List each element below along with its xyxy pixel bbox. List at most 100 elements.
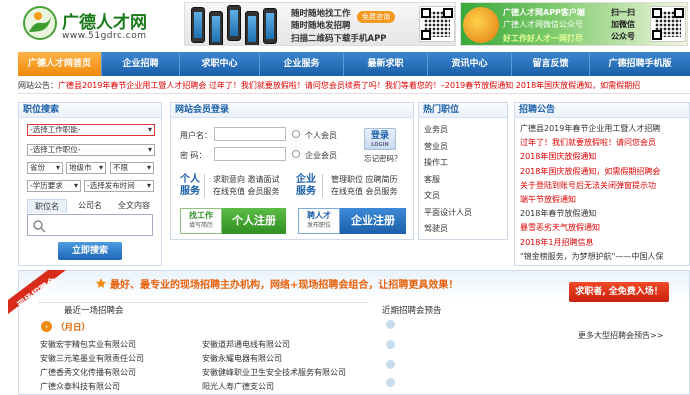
find-job-tag-label: 找工作 <box>189 211 213 220</box>
recruit-notice-item[interactable]: 2018年国庆放假通知 <box>520 150 688 164</box>
hot-job-item[interactable]: 平面设计人员 <box>424 205 504 222</box>
personal-register-button[interactable]: 个人注册 <box>222 208 286 234</box>
recruit-notice-item[interactable]: 过年了！我们就要放假啦！请问您会员 <box>520 136 688 150</box>
company-service-title: 企业服务 <box>296 174 316 197</box>
app-banner-line3: 扫描二维码下载手机APP <box>291 34 387 44</box>
radio-company[interactable] <box>292 150 300 158</box>
hot-job-item[interactable]: 驾驶员 <box>424 221 504 238</box>
recruit-notice-item[interactable]: 2018年1月招聘信息 <box>520 236 688 250</box>
password-input[interactable] <box>214 147 286 161</box>
site-url: www.51gdrc.com <box>62 31 147 41</box>
company-service-desc[interactable]: 管理职位 应聘简历 在线充值 会员服务 <box>322 174 404 198</box>
recruit-notice-item[interactable]: 暴雪恶劣天气放假通知 <box>520 221 688 235</box>
tab-full-text[interactable]: 全文内容 <box>112 199 156 213</box>
wechat-logo-icon <box>463 7 499 43</box>
fair-company-item[interactable]: 阳光人寿广德支公司 <box>202 380 372 394</box>
bullet-icon <box>386 378 395 387</box>
hire-tag-sub: 发布职位 <box>306 222 331 229</box>
personal-service-title: 个人服务 <box>180 174 200 197</box>
nav-home[interactable]: 广德人才网首页 <box>18 52 102 76</box>
job-fair-ribbon: 现场招聘会 <box>8 270 66 314</box>
hot-job-item[interactable]: 营业员 <box>424 139 504 156</box>
fair-company-item[interactable]: 广德香秀文化传播有限公司 <box>40 366 200 380</box>
hot-job-item[interactable]: 文员 <box>424 188 504 205</box>
recruit-notice-item[interactable]: 2018年春节放假通知 <box>520 207 688 221</box>
job-fair-slogan: 最好、最专业的现场招聘主办机构，网络+现场招聘会组合，让招聘更具效果！ <box>110 280 459 291</box>
date-select[interactable]: -选择发布时间 <box>84 180 154 192</box>
radio-company-label: 企业会员 <box>305 151 337 160</box>
hot-job-item[interactable]: 业务员 <box>424 122 504 139</box>
site-logo-icon[interactable] <box>22 5 58 41</box>
recruit-notice-item[interactable]: 端午节放假通知 <box>520 193 688 207</box>
city-select[interactable]: 地级市 <box>66 162 106 174</box>
main-nav: 广德人才网首页 企业招聘 求职中心 企业服务 最新求职 资讯中心 留言反馈 广德… <box>18 52 690 76</box>
phone-icon <box>191 7 205 43</box>
limit-select[interactable]: 不限 <box>110 162 154 174</box>
recruit-notice-item[interactable]: 广德县2019年春节企业用工暨人才招聘 <box>520 122 688 136</box>
fair-company-item[interactable]: 安徽健峰职业卫生安全技术服务有限公司 <box>202 366 372 380</box>
position-select[interactable]: -选择工作职位- <box>27 144 155 156</box>
nav-company-service[interactable]: 企业服务 <box>260 52 344 76</box>
nav-company-recruit[interactable]: 企业招聘 <box>102 52 180 76</box>
radio-personal[interactable] <box>292 130 300 138</box>
hot-jobs-list: 业务员 营业员 操作工 客服 文员 平面设计人员 驾驶员 <box>424 122 504 238</box>
hire-tag[interactable]: 聘人才 发布职位 <box>298 208 340 234</box>
wechat-banner[interactable]: 广德人才网APP客户端 广德人才网微信公众号 好工作好人才一网打尽 扫一扫 加微… <box>460 2 688 46</box>
site-logo-text[interactable]: 广德人才网 <box>62 8 147 33</box>
company-register-button[interactable]: 企业注册 <box>340 208 406 234</box>
fair-company-item[interactable]: 安徽三元笔墨业有限责任公司 <box>40 352 200 366</box>
arrow-right-icon: › <box>41 321 52 332</box>
qr-code-icon <box>650 6 686 42</box>
free-entry-tag[interactable]: 求职者, 全免费入场！ <box>569 282 669 302</box>
notice-text[interactable]: 广德县2019年春节企业用工暨人才招聘会 过年了！我们就要放假啦！请问您会员续费… <box>58 81 640 90</box>
search-input[interactable] <box>27 214 153 236</box>
tab-company-name[interactable]: 公司名 <box>70 199 110 213</box>
recent-fair-title[interactable]: 最近一场招聘会 <box>64 304 124 316</box>
find-job-tag-sub: 填写简历 <box>188 222 213 229</box>
fair-company-item[interactable]: 广德众泰科技有限公司 <box>40 380 200 394</box>
recruit-notice-item[interactable]: "锦金榜服务，为梦想护航"——中国人保 <box>520 250 688 264</box>
personal-service-desc[interactable]: 求职意向 邀请面试 在线充值 会员服务 <box>204 174 286 198</box>
bullet-icon <box>386 360 395 369</box>
nav-latest-resumes[interactable]: 最新求职 <box>344 52 428 76</box>
province-select[interactable]: 省份 <box>27 162 63 174</box>
category-select[interactable]: -选择工作职能- <box>27 124 155 136</box>
tab-job-name[interactable]: 职位名 <box>27 199 67 213</box>
username-label: 用户名： <box>180 131 212 140</box>
fair-companies-right: 安徽道邦通电线有限公司 安徽永耀电器有限公司 安徽健峰职业卫生安全技术服务有限公… <box>202 338 372 394</box>
login-button[interactable]: 登录 LOGIN <box>364 128 396 150</box>
hire-tag-label: 聘人才 <box>307 211 331 220</box>
fair-company-item[interactable]: 安徽宏宇精包实业有限公司 <box>40 338 200 352</box>
recruit-notice-title: 招聘公告 <box>515 103 689 118</box>
more-fairs-link[interactable]: 更多大型招聘会预告>> <box>578 330 663 341</box>
recruit-notice-list: 广德县2019年春节企业用工暨人才招聘 过年了！我们就要放假啦！请问您会员 20… <box>520 122 688 264</box>
fair-company-item[interactable]: 安徽道邦通电线有限公司 <box>202 338 372 352</box>
fair-company-item[interactable]: 安徽永耀电器有限公司 <box>202 352 372 366</box>
fair-companies-left: 安徽宏宇精包实业有限公司 安徽三元笔墨业有限责任公司 广德香秀文化传播有限公司 … <box>40 338 200 394</box>
bullet-icon <box>386 340 395 349</box>
star-icon <box>96 278 106 288</box>
nav-news[interactable]: 资讯中心 <box>428 52 512 76</box>
app-download-banner[interactable]: 随时随地找工作 随时随地发招聘 扫描二维码下载手机APP 免费咨询 <box>184 2 456 46</box>
forgot-password-link[interactable]: 忘记密码？ <box>364 153 402 164</box>
education-select[interactable]: -学历要求 <box>27 180 81 192</box>
recruit-notice-item[interactable]: 关于登陆到账号后无法关闭弹窗提示功 <box>520 179 688 193</box>
nav-feedback[interactable]: 留言反馈 <box>512 52 590 76</box>
wx-side-2: 加微信 <box>611 20 635 29</box>
search-button[interactable]: 立即搜索 <box>58 242 122 260</box>
wx-banner-line1: 广德人才网APP客户端 <box>503 8 585 17</box>
app-banner-line1: 随时随地找工作 <box>291 9 351 19</box>
find-job-tag[interactable]: 找工作 填写简历 <box>180 208 222 234</box>
app-banner-line2: 随时随地发招聘 <box>291 21 351 31</box>
username-input[interactable] <box>214 127 286 141</box>
hot-job-item[interactable]: 操作工 <box>424 155 504 172</box>
login-button-sub: LOGIN <box>371 142 389 148</box>
nav-jobseeker-center[interactable]: 求职中心 <box>180 52 260 76</box>
wx-banner-line3: 好工作好人才一网打尽 <box>503 34 583 43</box>
login-button-label: 登录 <box>370 131 389 141</box>
hot-job-item[interactable]: 客服 <box>424 172 504 189</box>
consult-badge: 免费咨询 <box>357 11 395 23</box>
upcoming-fair-title[interactable]: 近期招聘会预告 <box>382 304 442 316</box>
recruit-notice-item[interactable]: 2018年国庆放假通知，如需假期招聘会 <box>520 165 688 179</box>
nav-mobile[interactable]: 广德招聘手机版 <box>590 52 690 76</box>
